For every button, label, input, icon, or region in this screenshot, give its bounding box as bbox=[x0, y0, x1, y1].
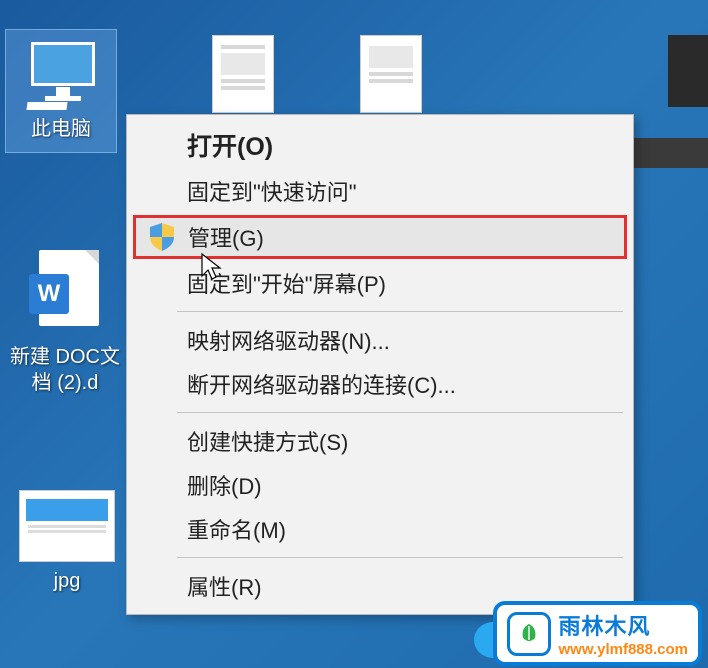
menu-item-disconnect-drive[interactable]: 断开网络驱动器的连接(C)... bbox=[127, 362, 633, 406]
document-thumb-icon bbox=[360, 35, 422, 113]
desktop-icon-doc2[interactable] bbox=[336, 35, 446, 113]
this-pc-icon bbox=[21, 40, 101, 110]
menu-item-pin-quick-access[interactable]: 固定到"快速访问" bbox=[127, 169, 633, 213]
menu-item-map-drive[interactable]: 映射网络驱动器(N)... bbox=[127, 318, 633, 362]
desktop-icon-jpg[interactable]: jpg bbox=[12, 490, 122, 594]
menu-label: 固定到"快速访问" bbox=[187, 175, 357, 207]
window-edge bbox=[628, 138, 708, 168]
menu-item-open[interactable]: 打开(O) bbox=[127, 121, 633, 169]
this-pc-label: 此电脑 bbox=[31, 116, 91, 142]
menu-label: 管理(G) bbox=[188, 221, 264, 253]
word-document-icon: W bbox=[29, 250, 101, 338]
document-dark-thumb-icon bbox=[668, 35, 708, 107]
menu-label: 删除(D) bbox=[187, 469, 262, 501]
menu-item-rename[interactable]: 重命名(M) bbox=[127, 507, 633, 551]
watermark-brand: 雨林木风 bbox=[559, 609, 689, 641]
desktop-icon-doc1[interactable] bbox=[188, 35, 298, 113]
menu-label: 映射网络驱动器(N)... bbox=[187, 324, 390, 356]
document-thumb-icon bbox=[212, 35, 274, 113]
context-menu: 打开(O) 固定到"快速访问" 管理(G) 固定到"开始"屏幕(P) 映射网络驱… bbox=[126, 114, 634, 615]
menu-separator bbox=[177, 311, 623, 312]
menu-item-create-shortcut[interactable]: 创建快捷方式(S) bbox=[127, 419, 633, 463]
desktop-icon-doc3[interactable] bbox=[640, 35, 708, 107]
desktop-icon-docx[interactable]: W 新建 DOC文档 (2).d bbox=[10, 250, 120, 396]
docx-label: 新建 DOC文档 (2).d bbox=[10, 344, 120, 396]
shield-icon bbox=[148, 222, 176, 252]
menu-item-delete[interactable]: 删除(D) bbox=[127, 463, 633, 507]
jpg-label: jpg bbox=[54, 568, 81, 594]
desktop-icon-this-pc[interactable]: 此电脑 bbox=[6, 30, 116, 152]
menu-label: 断开网络驱动器的连接(C)... bbox=[187, 368, 456, 400]
menu-separator bbox=[177, 557, 623, 558]
image-thumb-icon bbox=[19, 490, 115, 562]
watermark-badge: 雨林木风 www.ylmf888.com bbox=[493, 601, 703, 666]
cursor-icon bbox=[200, 252, 224, 282]
menu-separator bbox=[177, 412, 623, 413]
watermark-url: www.ylmf888.com bbox=[559, 641, 689, 658]
menu-label: 属性(R) bbox=[187, 570, 262, 602]
watermark-leaf-icon bbox=[507, 612, 551, 656]
menu-label: 打开(O) bbox=[187, 127, 273, 163]
menu-label: 创建快捷方式(S) bbox=[187, 425, 348, 457]
menu-label: 重命名(M) bbox=[187, 513, 286, 545]
